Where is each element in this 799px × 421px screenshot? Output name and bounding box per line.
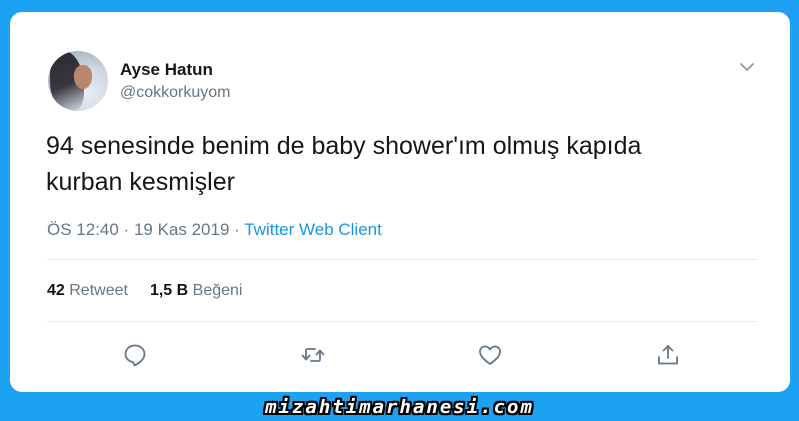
- like-icon[interactable]: [477, 342, 503, 368]
- avatar-face: [74, 65, 92, 89]
- retweet-count: 42: [47, 282, 65, 299]
- meta-separator: ·: [229, 220, 245, 239]
- tweet-time[interactable]: ÖS 12:40: [47, 220, 119, 239]
- tweet-text: 94 senesinde benim de baby shower'ım olm…: [46, 128, 746, 200]
- reply-icon[interactable]: [122, 342, 148, 368]
- tweet-stats: 42 Retweet 1,5 B Beğeni: [47, 282, 242, 300]
- divider: [47, 321, 757, 322]
- share-icon[interactable]: [655, 342, 681, 368]
- tweet-text-line: 94 senesinde benim de baby shower'ım olm…: [46, 132, 642, 160]
- tweet-client-link[interactable]: Twitter Web Client: [244, 220, 382, 239]
- meta-separator: ·: [118, 220, 134, 239]
- avatar[interactable]: [48, 51, 108, 111]
- tweet-card: Ayse Hatun @cokkorkuyom 94 senesinde ben…: [10, 12, 790, 392]
- tweet-text-line: kurban kesmişler: [46, 168, 235, 196]
- like-label: Beğeni: [192, 282, 243, 299]
- retweet-icon[interactable]: [300, 342, 326, 368]
- watermark-text: mizahtimarhanesi.com: [265, 396, 534, 418]
- retweet-label: Retweet: [69, 282, 128, 299]
- tweet-meta: ÖS 12:40 · 19 Kas 2019 · Twitter Web Cli…: [47, 220, 382, 240]
- chevron-down-icon[interactable]: [738, 58, 756, 76]
- tweet-date[interactable]: 19 Kas 2019: [134, 220, 229, 239]
- like-stat[interactable]: 1,5 B Beğeni: [150, 282, 243, 299]
- like-count: 1,5 B: [149, 282, 189, 299]
- author-name[interactable]: Ayse Hatun: [120, 60, 213, 80]
- author-handle[interactable]: @cokkorkuyom: [120, 84, 231, 102]
- retweet-stat[interactable]: 42 Retweet: [47, 282, 128, 299]
- divider: [47, 259, 757, 260]
